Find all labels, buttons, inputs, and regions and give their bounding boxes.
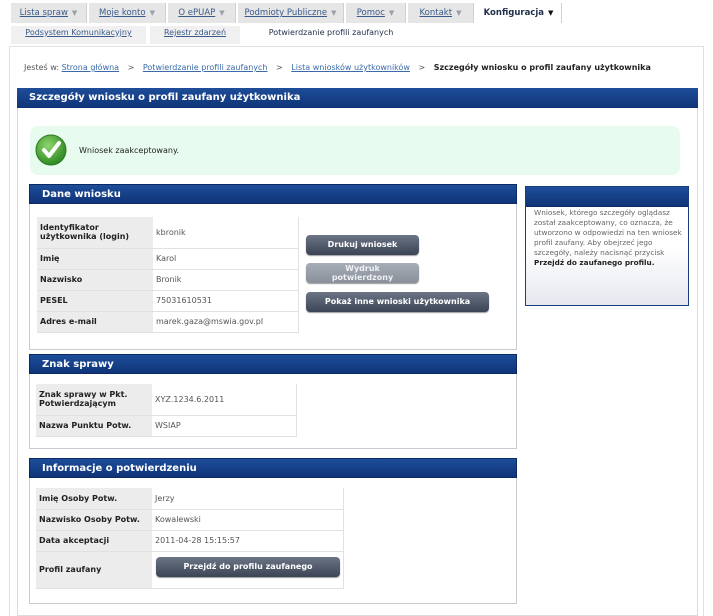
row-label: Nazwisko [37,269,153,291]
tab-lista-spraw[interactable]: Lista spraw ▼ [11,3,87,23]
success-message-box: Wniosek zaakceptowany. [30,126,680,175]
row-label: Nazwisko Osoby Potw. [36,509,152,531]
breadcrumb: Jesteś w: Strona główna > Potwierdzanie … [24,63,651,72]
tab-label: Konfiguracja [483,8,544,18]
tab-label: Pomoc [356,8,385,18]
tab-o-epuap[interactable]: O ePUAP ▼ [168,3,236,23]
table-row: Imię Karol [37,248,299,270]
tab-moje-konto[interactable]: Moje konto ▼ [89,3,166,23]
row-label: Identyfikator użytkownika (login) [37,217,153,249]
check-icon [35,134,67,166]
tab-label: Lista spraw [19,8,68,18]
row-label: Nazwa Punktu Potw. [36,415,152,437]
button-label-line2: potwierdzony [331,273,394,282]
confirmed-printout-button[interactable]: Wydruk potwierdzony [306,263,419,283]
go-to-trusted-profile-button[interactable]: Przejdź do profilu zaufanego [156,557,340,577]
breadcrumb-prefix: Jesteś w: [24,63,60,72]
row-label: PESEL [37,290,153,312]
sub-navigation: Podsystem Komunikacyjny Rejestr zdarzeń … [0,24,713,46]
breadcrumb-link-home[interactable]: Strona główna [62,63,120,72]
table-row: Nazwisko Bronik [37,269,299,291]
caret-down-icon: ▼ [331,9,337,17]
top-navigation: Lista spraw ▼ Moje konto ▼ O ePUAP ▼ Podmio… [0,0,713,24]
breadcrumb-separator: > [276,63,283,72]
table-row: Nazwa Punktu Potw. WSIAP [36,415,297,437]
row-value: kbronik [153,217,299,249]
tab-pomoc[interactable]: Pomoc ▼ [346,3,406,23]
subtab-rejestr-zdarzen[interactable]: Rejestr zdarzeń [150,26,240,44]
row-value: WSIAP [152,415,297,437]
breadcrumb-link-lista-wnioskow[interactable]: Lista wniosków użytkowników [291,63,410,72]
row-value: XYZ.1234.6.2011 [152,384,297,416]
sidebox-text: Wniosek, którego szczegóły oglądasz zost… [534,208,682,268]
panel-title: Informacje o potwierdzeniu [29,458,517,478]
znak-sprawy-table: Znak sprawy w Pkt. Potwierdzającym XYZ.1… [36,384,297,437]
row-value: Jerzy [152,488,344,510]
breadcrumb-current: Szczegóły wniosku o profil zaufany użytk… [433,63,651,72]
sidebox-description: Wniosek, którego szczegóły oglądasz zost… [534,208,682,257]
table-row: Imię Osoby Potw. Jerzy [36,488,344,510]
table-row: PESEL 75031610531 [37,290,299,312]
show-other-applications-button[interactable]: Pokaż inne wnioski użytkownika [306,292,489,312]
table-row: Nazwisko Osoby Potw. Kowalewski [36,509,344,531]
caret-down-icon: ▼ [388,9,395,17]
success-message: Wniosek zaakceptowany. [79,146,180,155]
breadcrumb-separator: > [418,63,426,72]
button-label-line1: Wydruk [345,264,380,273]
row-value: Kowalewski [152,509,344,531]
caret-down-icon: ▼ [219,9,225,17]
row-value: Bronik [153,269,299,291]
breadcrumb-link-potwierdzanie[interactable]: Potwierdzanie profili zaufanych [143,63,268,72]
tab-kontakt[interactable]: Kontakt ▼ [408,3,474,23]
tab-label: O ePUAP [178,8,216,18]
sidebox-bold-text: Przejdź do zaufanego profilu. [534,258,655,267]
caret-down-icon: ▼ [456,9,462,17]
tab-podmioty-publiczne[interactable]: Podmioty Publiczne ▼ [238,3,344,23]
row-value: marek.gaza@mswia.gov.pl [153,311,299,333]
caret-down-icon: ▼ [548,9,554,17]
row-label: Profil zaufany [36,551,152,589]
tab-label: Moje konto [99,8,146,18]
row-value: Karol [153,248,299,270]
caret-down-icon: ▼ [149,9,155,17]
panel-title: Znak sprawy [29,354,517,374]
row-label: Imię [37,248,153,270]
dane-wniosku-table: Identyfikator użytkownika (login) kbroni… [37,217,299,333]
row-value: 75031610531 [153,290,299,312]
breadcrumb-separator: > [127,63,135,72]
tab-label: Kontakt [419,8,453,18]
table-row: Znak sprawy w Pkt. Potwierdzającym XYZ.1… [36,384,297,416]
panel-title: Dane wniosku [29,184,517,204]
info-sidebox: Wniosek, którego szczegóły oglądasz zost… [525,186,689,306]
caret-down-icon: ▼ [71,9,78,17]
table-row: Identyfikator użytkownika (login) kbroni… [37,217,299,249]
table-row: Adres e-mail marek.gaza@mswia.gov.pl [37,311,299,333]
row-label: Imię Osoby Potw. [36,488,152,510]
subtab-podsystem-komunikacyjny[interactable]: Podsystem Komunikacyjny [11,26,146,44]
table-row: Data akceptacji 2011-04-28 15:15:57 [36,530,344,552]
row-label: Data akceptacji [36,530,152,552]
row-value: 2011-04-28 15:15:57 [152,530,344,552]
tab-label: Podmioty Publiczne [244,8,328,18]
tab-konfiguracja[interactable]: Konfiguracja ▼ [476,3,562,23]
row-label: Znak sprawy w Pkt. Potwierdzającym [36,384,152,416]
subtab-potwierdzanie-profili[interactable]: Potwierdzanie profili zaufanych [244,26,418,44]
page-title: Szczegóły wniosku o profil zaufany użytk… [17,88,698,108]
print-application-button[interactable]: Drukuj wniosek [306,235,419,255]
row-label: Adres e-mail [37,311,153,333]
sidebox-title-bar [526,187,688,207]
